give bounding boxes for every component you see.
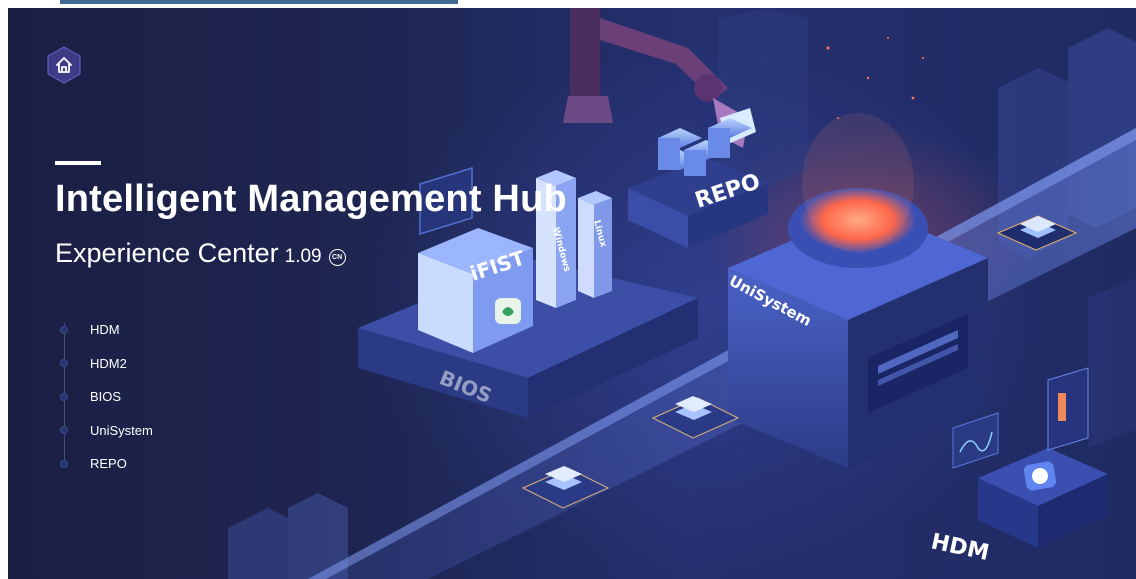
nav-label: UniSystem — [90, 422, 153, 438]
nav-item-unisystem[interactable]: UniSystem — [60, 414, 153, 448]
product-nav: HDM HDM2 BIOS UniSystem REPO — [60, 313, 153, 481]
nav-dot-icon — [60, 359, 68, 368]
nav-item-bios[interactable]: BIOS — [60, 380, 153, 414]
nav-label: BIOS — [90, 389, 122, 405]
nav-item-repo[interactable]: REPO — [60, 447, 153, 481]
nav-label: REPO — [90, 456, 127, 472]
subtitle-row: Experience Center 1.09 CN — [55, 238, 346, 269]
page-subtitle: Experience Center — [55, 238, 279, 268]
nav-item-hdm[interactable]: HDM — [60, 313, 153, 347]
nav-dot-icon — [60, 325, 68, 334]
nav-item-hdm2[interactable]: HDM2 — [60, 347, 153, 381]
nav-dot-icon — [60, 426, 68, 435]
label-hdm: HDM — [929, 529, 991, 566]
top-strip — [60, 0, 458, 4]
home-button[interactable] — [45, 46, 83, 84]
nav-dot-icon — [60, 459, 68, 468]
nav-dot-icon — [60, 392, 68, 401]
title-accent-line — [55, 161, 101, 165]
isometric-illustration: iFIST Windows Linux REPO UniSystem BIOS … — [228, 8, 1136, 579]
nav-label: HDM2 — [90, 355, 127, 371]
home-icon — [47, 46, 81, 84]
version-label: 1.09 — [284, 246, 322, 267]
nav-label: HDM — [90, 322, 120, 338]
hero-banner: iFIST Windows Linux REPO UniSystem BIOS … — [8, 8, 1136, 579]
app-frame: iFIST Windows Linux REPO UniSystem BIOS … — [0, 0, 1136, 579]
particles — [826, 37, 924, 119]
page-title: Intelligent Management Hub — [55, 178, 567, 220]
cn-badge-icon[interactable]: CN — [328, 249, 346, 266]
